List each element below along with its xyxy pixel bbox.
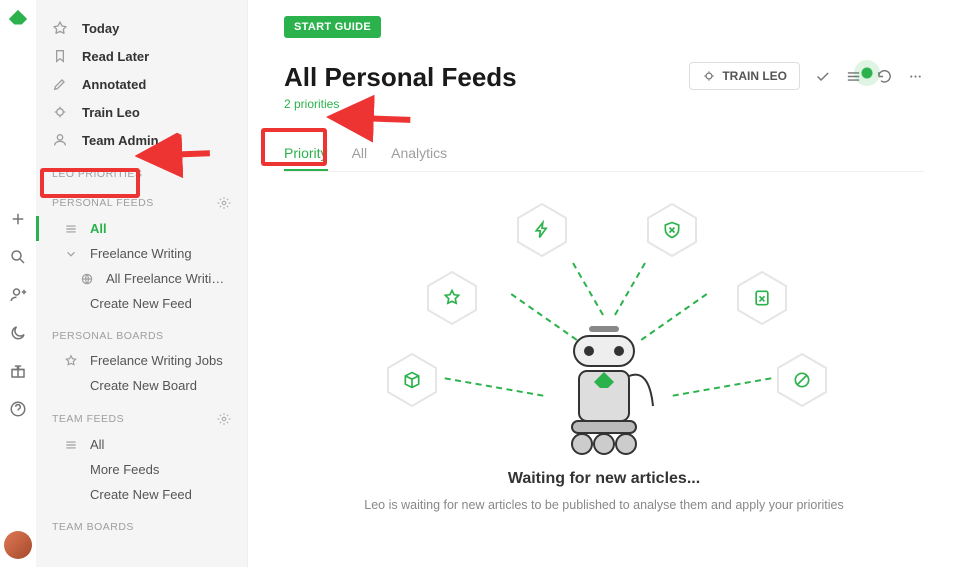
sidebar-item-all[interactable]: All — [36, 216, 247, 241]
nav-today[interactable]: Today — [36, 14, 247, 42]
leo-icon — [702, 69, 716, 83]
tree-label: All — [90, 437, 104, 452]
tree-label: All Freelance Writi… — [106, 271, 224, 286]
hex-block — [774, 352, 830, 408]
gift-icon[interactable] — [9, 362, 27, 380]
tree-label: Freelance Writing Jobs — [90, 353, 223, 368]
tabs: Priority All Analytics — [284, 137, 924, 172]
shield-icon — [662, 220, 682, 240]
tab-priority[interactable]: Priority — [284, 137, 328, 171]
nav-label: Read Later — [82, 49, 149, 64]
star-icon — [442, 288, 462, 308]
section-team-boards[interactable]: TEAM BOARDS — [36, 507, 247, 539]
sidebar-item-create-team-feed[interactable]: Create New Feed — [36, 482, 247, 507]
tree-label: Create New Board — [90, 378, 197, 393]
sidebar-item-create-board[interactable]: Create New Board — [36, 373, 247, 398]
sidebar-item-more-feeds[interactable]: More Feeds — [36, 457, 247, 482]
section-label: TEAM FEEDS — [52, 413, 124, 425]
more-icon[interactable] — [907, 68, 924, 85]
sidebar-item-create-feed[interactable]: Create New Feed — [36, 291, 247, 316]
section-label: PERSONAL BOARDS — [52, 330, 164, 342]
sidebar: Today Read Later Annotated Train Leo Tea… — [36, 0, 248, 567]
section-label: TEAM BOARDS — [52, 521, 134, 533]
nav-label: Today — [82, 21, 119, 36]
robot-illustration — [544, 316, 664, 466]
hex-doc — [734, 270, 790, 326]
gear-icon[interactable] — [217, 196, 231, 210]
button-label: TRAIN LEO — [722, 69, 787, 83]
section-label: LEO PRIORITIES — [52, 168, 142, 180]
tab-all[interactable]: All — [352, 137, 368, 171]
nav-label: Train Leo — [82, 105, 140, 120]
plus-icon[interactable] — [9, 210, 27, 228]
cube-icon — [402, 370, 422, 390]
globe-icon — [80, 272, 94, 286]
tree-label: Create New Feed — [90, 487, 192, 502]
start-guide-button[interactable]: START GUIDE — [284, 16, 381, 38]
add-person-icon[interactable] — [9, 286, 27, 304]
star-icon — [64, 354, 78, 368]
app-logo — [7, 8, 29, 30]
pulse-indicator — [854, 60, 880, 86]
main-content: START GUIDE All Personal Feeds 2 priorit… — [248, 0, 960, 567]
sidebar-item-team-all[interactable]: All — [36, 432, 247, 457]
leo-icon — [52, 104, 68, 120]
list-icon — [64, 438, 78, 452]
tree-label: More Feeds — [90, 462, 159, 477]
list-icon — [64, 222, 78, 236]
tree-label: Create New Feed — [90, 296, 192, 311]
pen-icon — [52, 76, 68, 92]
tree-label: Freelance Writing — [90, 246, 192, 261]
sidebar-item-fw-jobs[interactable]: Freelance Writing Jobs — [36, 348, 247, 373]
help-icon[interactable] — [9, 400, 27, 418]
nav-train-leo[interactable]: Train Leo — [36, 98, 247, 126]
empty-subtitle: Leo is waiting for new articles to be pu… — [284, 498, 924, 512]
nav-annotated[interactable]: Annotated — [36, 70, 247, 98]
bookmark-icon — [52, 48, 68, 64]
section-label: PERSONAL FEEDS — [52, 197, 154, 209]
header-actions: TRAIN LEO — [689, 62, 924, 90]
hex-star — [424, 270, 480, 326]
tab-analytics[interactable]: Analytics — [391, 137, 447, 171]
page-title: All Personal Feeds — [284, 62, 517, 93]
empty-state: Waiting for new articles... Leo is waiti… — [284, 196, 924, 512]
section-team-feeds[interactable]: TEAM FEEDS — [36, 398, 247, 432]
document-x-icon — [752, 288, 772, 308]
nav-label: Annotated — [82, 77, 146, 92]
avatar[interactable] — [4, 531, 32, 559]
checkmark-icon[interactable] — [814, 68, 831, 85]
nav-label: Team Admin — [82, 133, 159, 148]
sidebar-item-all-freelance[interactable]: All Freelance Writi… — [36, 266, 247, 291]
left-rail — [0, 0, 36, 567]
hex-bolt — [514, 202, 570, 258]
gear-icon[interactable] — [217, 412, 231, 426]
moon-icon[interactable] — [9, 324, 27, 342]
nav-team-admin[interactable]: Team Admin — [36, 126, 247, 154]
section-personal-feeds[interactable]: PERSONAL FEEDS — [36, 186, 247, 216]
hex-shield — [644, 202, 700, 258]
calendar-icon — [52, 20, 68, 36]
nav-read-later[interactable]: Read Later — [36, 42, 247, 70]
tree-label: All — [90, 221, 107, 236]
section-leo-priorities[interactable]: LEO PRIORITIES — [36, 154, 247, 186]
search-icon[interactable] — [9, 248, 27, 266]
page-subtitle[interactable]: 2 priorities — [284, 97, 517, 111]
chevron-down-icon — [64, 247, 78, 261]
hex-cube — [384, 352, 440, 408]
sidebar-item-freelance[interactable]: Freelance Writing — [36, 241, 247, 266]
bolt-icon — [532, 220, 552, 240]
section-personal-boards[interactable]: PERSONAL BOARDS — [36, 316, 247, 348]
admin-icon — [52, 132, 68, 148]
train-leo-button[interactable]: TRAIN LEO — [689, 62, 800, 90]
empty-title: Waiting for new articles... — [284, 470, 924, 488]
block-icon — [792, 370, 812, 390]
